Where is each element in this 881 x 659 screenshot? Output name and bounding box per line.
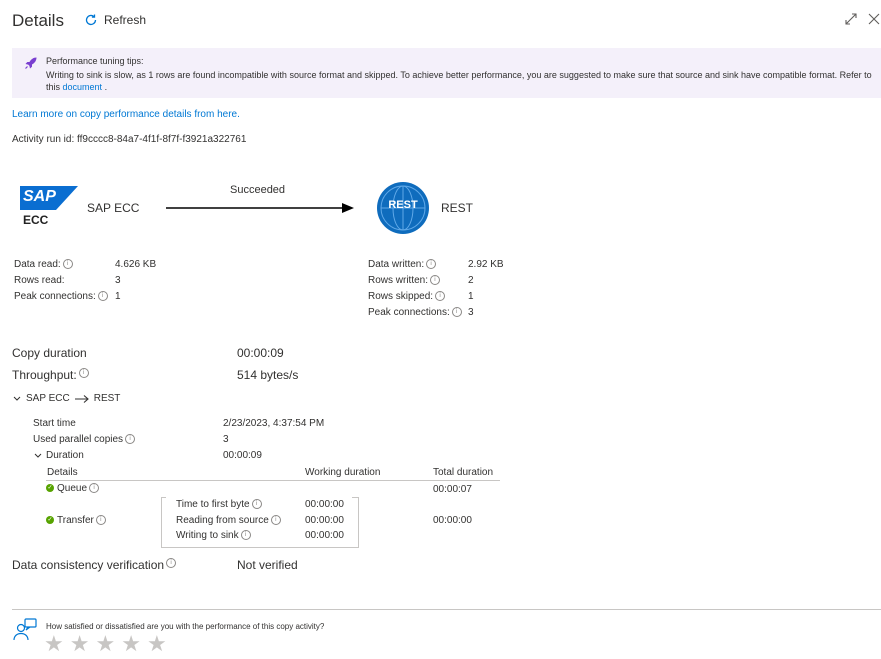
chevron-down-icon — [13, 396, 21, 401]
info-icon[interactable]: i — [78, 368, 89, 378]
star-1[interactable]: ★ — [44, 634, 64, 656]
sap-ecc-logo: SAP ECC — [20, 186, 78, 228]
feedback-icon — [13, 618, 37, 641]
star-5[interactable]: ★ — [147, 634, 167, 656]
star-3[interactable]: ★ — [95, 634, 115, 656]
info-icon[interactable]: i — [89, 483, 100, 493]
star-rating: ★ ★ ★ ★ ★ — [44, 634, 167, 656]
performance-tip-banner: Performance tuning tips: Writing to sink… — [12, 48, 881, 98]
throughput-label: Throughput: i — [12, 368, 89, 382]
activity-run-id: Activity run id: ff9cccc8-84a7-4f1f-8f7f… — [12, 134, 247, 145]
copy-duration-label: Copy duration — [12, 346, 87, 360]
arrow-right-icon — [74, 394, 89, 403]
info-icon[interactable]: i — [125, 434, 136, 444]
star-2[interactable]: ★ — [70, 634, 90, 656]
start-time-value: 2/23/2023, 4:37:54 PM — [223, 418, 325, 429]
duration-toggle[interactable]: Duration — [33, 450, 84, 461]
close-icon[interactable] — [866, 11, 881, 27]
chevron-down-icon — [34, 453, 42, 458]
duration-value: 00:00:09 — [223, 450, 262, 461]
learn-more-link[interactable]: Learn more on copy performance details f… — [12, 109, 240, 120]
success-check-icon: ✓ — [46, 484, 54, 493]
refresh-button[interactable]: Refresh — [84, 13, 146, 27]
table-divider — [46, 480, 500, 481]
info-icon[interactable]: i — [95, 515, 106, 525]
queue-total: 00:00:07 — [433, 484, 472, 495]
info-icon[interactable]: i — [166, 558, 177, 568]
queue-row-label: ✓ Queue i — [46, 483, 100, 494]
col-details: Details — [47, 467, 78, 478]
transfer-row-label: ✓ Transfer i — [46, 515, 106, 526]
feedback-divider — [12, 609, 881, 610]
copy-status: Succeeded — [230, 184, 286, 196]
document-link[interactable]: document — [63, 82, 103, 92]
info-icon[interactable]: i — [430, 275, 441, 285]
sink-name: REST — [441, 201, 474, 215]
col-total-duration: Total duration — [433, 467, 494, 478]
tip-body: Writing to sink is slow, as 1 rows are f… — [46, 70, 872, 92]
info-icon[interactable]: i — [270, 515, 281, 525]
expand-icon[interactable] — [843, 11, 859, 27]
source-name: SAP ECC — [87, 201, 140, 215]
star-4[interactable]: ★ — [121, 634, 141, 656]
feedback-question: How satisfied or dissatisfied are you wi… — [46, 622, 325, 631]
parallel-copies-label: Used parallel copies i — [33, 434, 136, 445]
info-icon[interactable]: i — [251, 499, 262, 509]
info-icon[interactable]: i — [240, 530, 251, 540]
page-title: Details — [12, 11, 64, 30]
info-icon[interactable]: i — [451, 307, 462, 317]
refresh-icon — [85, 14, 97, 26]
success-check-icon: ✓ — [46, 516, 54, 525]
consistency-label: Data consistency verification i — [12, 558, 177, 572]
route-toggle[interactable]: SAP ECC REST — [12, 393, 120, 404]
refresh-label: Refresh — [104, 13, 147, 27]
tip-title: Performance tuning tips: — [46, 56, 144, 66]
info-icon[interactable]: i — [435, 291, 446, 301]
rocket-icon — [25, 57, 37, 69]
consistency-value: Not verified — [237, 558, 298, 572]
arrow-right-icon — [166, 203, 354, 213]
start-time-label: Start time — [33, 418, 76, 429]
info-icon[interactable]: i — [62, 259, 73, 269]
copy-duration-value: 00:00:09 — [237, 346, 284, 360]
info-icon[interactable]: i — [426, 259, 437, 269]
col-working-duration: Working duration — [305, 467, 381, 478]
transfer-total: 00:00:00 — [433, 515, 472, 526]
rest-logo: REST — [376, 181, 430, 235]
throughput-value: 514 bytes/s — [237, 368, 299, 382]
parallel-copies-value: 3 — [223, 434, 229, 445]
info-icon[interactable]: i — [97, 291, 108, 301]
